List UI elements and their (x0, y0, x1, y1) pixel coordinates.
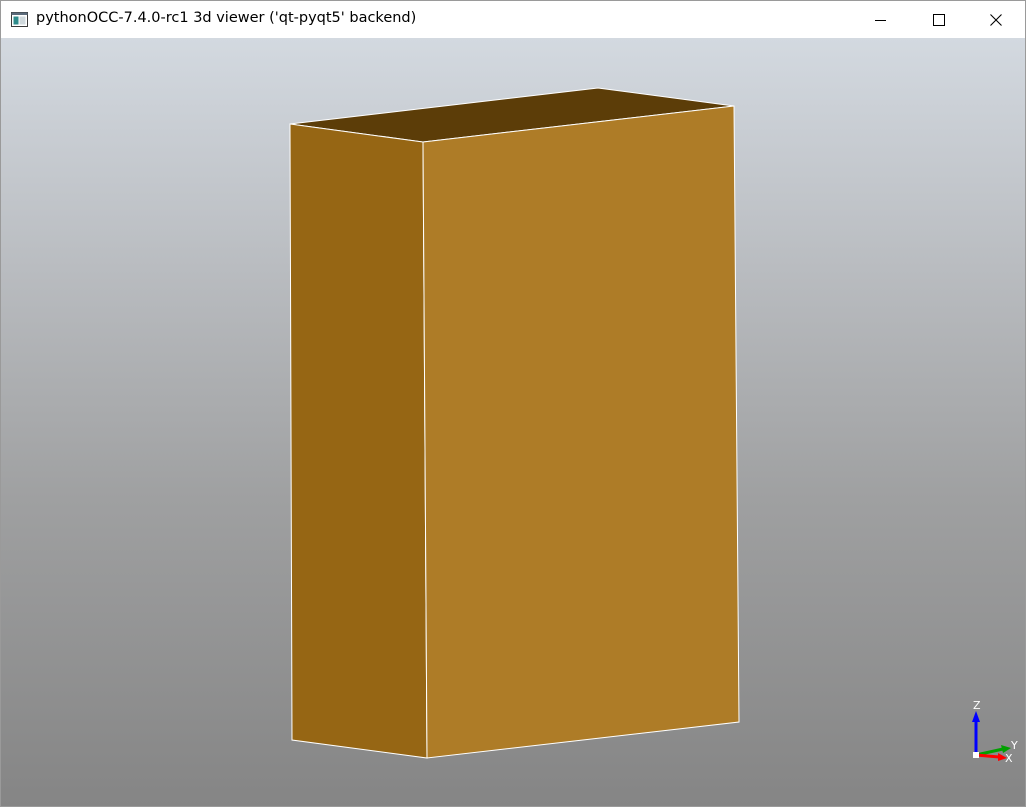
close-icon (990, 13, 1002, 26)
maximize-icon (933, 13, 945, 26)
triedron-origin (973, 752, 979, 758)
axis-triedron: Z Y X (972, 699, 1018, 765)
minimize-button[interactable] (852, 1, 910, 38)
viewer-window: pythonOCC-7.4.0-rc1 3d viewer ('qt-pyqt5… (0, 0, 1026, 807)
app-window-icon (11, 12, 28, 27)
maximize-button[interactable] (910, 1, 968, 38)
box-front-face (422, 105, 740, 759)
z-axis-arrow (972, 711, 980, 722)
y-axis-label: Y (1010, 739, 1018, 752)
x-axis-label: X (1005, 752, 1013, 765)
box-side-face (289, 123, 428, 759)
z-axis-label: Z (973, 699, 981, 712)
minimize-icon (875, 19, 886, 21)
3d-scene[interactable] (1, 38, 1025, 806)
close-button[interactable] (967, 1, 1025, 38)
title-bar[interactable]: pythonOCC-7.4.0-rc1 3d viewer ('qt-pyqt5… (1, 1, 1025, 38)
3d-viewport[interactable]: Z Y X (1, 38, 1025, 806)
window-title: pythonOCC-7.4.0-rc1 3d viewer ('qt-pyqt5… (36, 10, 417, 26)
x-axis (975, 753, 1000, 759)
